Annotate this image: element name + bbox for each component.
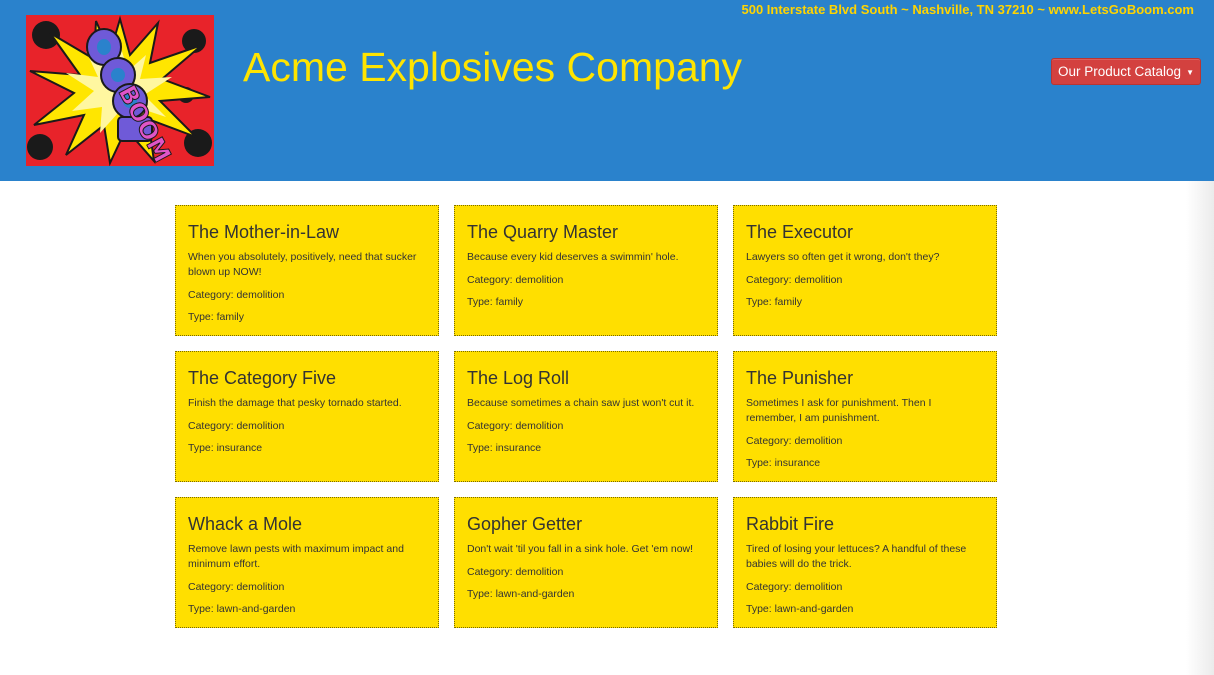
product-description: Finish the damage that pesky tornado sta… [188, 397, 402, 409]
product-title: The Quarry Master [467, 222, 619, 242]
product-description: Because every kid deserves a swimmin' ho… [467, 251, 679, 263]
product-type: Type: insurance [746, 457, 821, 469]
product-title: The Mother-in-Law [188, 222, 340, 242]
product-description: Because sometimes a chain saw just won't… [467, 397, 695, 409]
product-category: Category: demolition [467, 274, 564, 286]
caret-down-icon: ▼ [1186, 67, 1194, 77]
product-type: Type: family [188, 311, 245, 323]
product-description: Tired of losing your lettuces? A handful… [746, 543, 967, 570]
product-title: The Punisher [746, 368, 854, 388]
product-category: Category: demolition [467, 420, 564, 432]
product-type: Type: lawn-and-garden [467, 588, 575, 600]
product-title: The Executor [746, 222, 854, 242]
product-category: Category: demolition [467, 566, 564, 578]
product-card: The Category Five Finish the damage that… [175, 351, 439, 482]
product-type: Type: lawn-and-garden [188, 603, 296, 615]
product-type: Type: family [467, 296, 524, 308]
product-description: Sometimes I ask for punishment. Then I r… [746, 397, 932, 424]
product-category: Category: demolition [188, 289, 285, 301]
product-type: Type: insurance [188, 442, 263, 454]
product-title: Gopher Getter [467, 514, 583, 534]
product-description: Lawyers so often get it wrong, don't the… [746, 251, 940, 263]
product-title: Whack a Mole [188, 514, 303, 534]
product-card: Gopher Getter Don't wait 'til you fall i… [454, 497, 718, 628]
product-title: The Category Five [188, 368, 337, 388]
product-title: Rabbit Fire [746, 514, 835, 534]
product-type: Type: family [746, 296, 803, 308]
product-category: Category: demolition [746, 435, 843, 447]
company-address: 500 Interstate Blvd South ~ Nashville, T… [741, 2, 1195, 17]
product-category: Category: demolition [188, 581, 285, 593]
product-card: The Log Roll Because sometimes a chain s… [454, 351, 718, 482]
product-grid: The Mother-in-Law When you absolutely, p… [175, 205, 997, 628]
product-card: Rabbit Fire Tired of losing your lettuce… [733, 497, 997, 628]
product-card: The Mother-in-Law When you absolutely, p… [175, 205, 439, 336]
company-title: Acme Explosives Company [243, 44, 743, 90]
product-card: Whack a Mole Remove lawn pests with maxi… [175, 497, 439, 628]
product-category: Category: demolition [188, 420, 285, 432]
scrollbar-track[interactable] [1186, 181, 1214, 675]
product-category: Category: demolition [746, 581, 843, 593]
product-catalog-button[interactable]: Our Product Catalog ▼ [1051, 58, 1201, 85]
product-type: Type: lawn-and-garden [746, 603, 854, 615]
product-card: The Punisher Sometimes I ask for punishm… [733, 351, 997, 482]
product-description: Remove lawn pests with maximum impact an… [188, 543, 404, 570]
product-description: When you absolutely, positively, need th… [188, 251, 417, 278]
site-header: 500 Interstate Blvd South ~ Nashville, T… [0, 0, 1214, 181]
product-title: The Log Roll [467, 368, 570, 388]
product-catalog-button-label: Our Product Catalog [1058, 64, 1182, 79]
product-type: Type: insurance [467, 442, 542, 454]
boom-logo: BOOM [26, 15, 214, 166]
product-category: Category: demolition [746, 274, 843, 286]
product-card: The Executor Lawyers so often get it wro… [733, 205, 997, 336]
product-card: The Quarry Master Because every kid dese… [454, 205, 718, 336]
product-description: Don't wait 'til you fall in a sink hole.… [467, 543, 694, 555]
